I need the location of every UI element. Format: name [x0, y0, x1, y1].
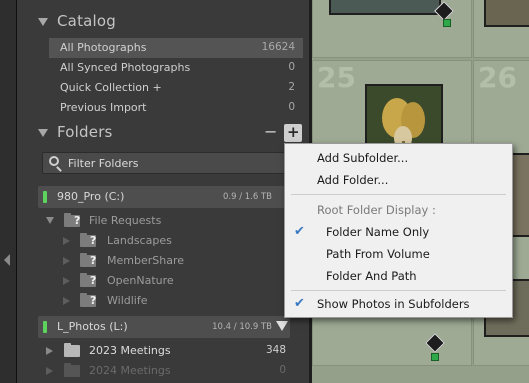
color-label-icon[interactable]: [443, 19, 451, 27]
menu-item-folder-and-path[interactable]: Folder And Path: [285, 265, 512, 287]
menu-item-add-subfolder[interactable]: Add Subfolder...: [285, 147, 512, 169]
folder-count: 0: [279, 364, 286, 376]
catalog-item-label: All Photographs: [60, 41, 147, 54]
folder-name: File Requests: [89, 214, 162, 227]
folders-plus-menu: Add Subfolder... Add Folder... Root Fold…: [284, 143, 513, 318]
menu-item-label: Show Photos in Subfolders: [317, 297, 470, 311]
catalog-item-quick-collection[interactable]: Quick Collection + 2: [49, 78, 303, 98]
catalog-header[interactable]: Catalog: [17, 10, 309, 34]
volume-980-pro[interactable]: 980_Pro (C:) 0.9 / 1.6 TB: [38, 186, 290, 208]
folder-name: 2024 Meetings: [89, 364, 171, 377]
folder-icon: ?: [80, 273, 96, 287]
folder-name: 2023 Meetings: [89, 344, 171, 357]
checkmark-icon: ✔: [294, 224, 305, 239]
folders-title: Folders: [57, 123, 113, 141]
menu-item-label: Add Subfolder...: [317, 151, 409, 165]
catalog-item-all-photographs[interactable]: All Photographs 16624: [49, 38, 303, 58]
menu-header-label: Root Folder Display :: [317, 203, 436, 217]
checkmark-icon: ✔: [294, 296, 305, 311]
folder-row-landscapes[interactable]: ? Landscapes: [38, 231, 290, 251]
catalog-title: Catalog: [57, 12, 117, 30]
catalog-item-label: Previous Import: [60, 101, 147, 114]
volume-name: 980_Pro (C:): [57, 190, 125, 203]
photo-thumbnail[interactable]: [329, 0, 441, 15]
folder-row-file-requests[interactable]: ? File Requests: [38, 211, 290, 231]
grid-cell[interactable]: [312, 0, 472, 58]
expand-triangle-icon[interactable]: [46, 217, 54, 224]
photo-thumbnail[interactable]: [484, 0, 529, 27]
folder-name: MemberShare: [107, 254, 184, 267]
folder-row-membershare[interactable]: ? MemberShare: [38, 251, 290, 271]
catalog-item-count: 2: [288, 81, 295, 93]
folder-row-2023-meetings[interactable]: 2023 Meetings 348: [38, 341, 290, 361]
catalog-item-label: All Synced Photographs: [60, 61, 191, 74]
volume-status-led: [43, 191, 47, 203]
remove-folder-button[interactable]: −: [264, 122, 277, 141]
volume-status-led: [43, 321, 47, 333]
cell-index: 25: [317, 61, 356, 94]
filter-folders-label: Filter Folders: [68, 157, 139, 170]
folder-row-opennature[interactable]: ? OpenNature: [38, 271, 290, 291]
menu-separator: [291, 290, 506, 291]
catalog-item-count: 16624: [261, 41, 295, 53]
folder-icon: ?: [80, 233, 96, 247]
menu-item-label: Add Folder...: [317, 173, 389, 187]
expand-triangle-icon[interactable]: [63, 237, 70, 245]
folder-icon: ?: [64, 213, 80, 227]
cell-index: 26: [478, 61, 517, 94]
expand-triangle-icon[interactable]: [63, 257, 70, 265]
color-label-icon[interactable]: [431, 353, 439, 361]
filter-folders-field[interactable]: Filter Folders: [42, 152, 288, 174]
volume-size: 0.9 / 1.6 TB: [222, 192, 272, 202]
menu-item-folder-name-only[interactable]: ✔ Folder Name Only: [285, 221, 512, 243]
expand-triangle-icon[interactable]: [63, 297, 70, 305]
folder-name: Landscapes: [107, 234, 172, 247]
folder-row-2024-meetings[interactable]: 2024 Meetings 0: [38, 361, 290, 381]
volume-size: 10.4 / 10.9 TB: [212, 322, 272, 332]
catalog-item-count: 0: [288, 61, 295, 73]
menu-header-root-folder-display: Root Folder Display :: [285, 199, 512, 221]
folder-icon: [64, 343, 80, 357]
menu-item-label: Path From Volume: [326, 247, 430, 261]
folder-row-wildlife[interactable]: ? Wildlife: [38, 291, 290, 311]
expand-triangle-icon[interactable]: [63, 277, 70, 285]
catalog-item-count: 0: [288, 101, 295, 113]
folder-icon: ?: [80, 293, 96, 307]
search-icon: [49, 156, 59, 166]
volume-menu-triangle-icon[interactable]: [276, 321, 288, 331]
left-panel: Catalog All Photographs 16624 All Synced…: [17, 0, 309, 383]
catalog-item-all-synced[interactable]: All Synced Photographs 0: [49, 58, 303, 78]
volume-l-photos[interactable]: L_Photos (L:) 10.4 / 10.9 TB: [38, 316, 290, 338]
disclosure-triangle-icon[interactable]: [38, 18, 48, 26]
folder-count: 348: [265, 344, 286, 356]
menu-item-label: Folder And Path: [326, 269, 417, 283]
expand-triangle-icon[interactable]: [46, 367, 53, 375]
add-folder-button[interactable]: +: [284, 123, 302, 142]
folder-name: OpenNature: [107, 274, 174, 287]
menu-item-show-photos-in-subfolders[interactable]: ✔ Show Photos in Subfolders: [285, 293, 512, 315]
plus-icon: +: [287, 123, 300, 141]
folder-name: Wildlife: [107, 294, 148, 307]
volume-name: L_Photos (L:): [57, 320, 128, 333]
expand-triangle-icon[interactable]: [46, 347, 53, 355]
collapse-arrow-icon[interactable]: [4, 254, 10, 266]
menu-item-path-from-volume[interactable]: Path From Volume: [285, 243, 512, 265]
folder-icon: ?: [80, 253, 96, 267]
menu-item-label: Folder Name Only: [326, 225, 430, 239]
menu-separator: [291, 194, 506, 195]
catalog-item-label: Quick Collection +: [60, 81, 162, 94]
catalog-item-previous-import[interactable]: Previous Import 0: [49, 98, 303, 118]
disclosure-triangle-icon[interactable]: [38, 129, 48, 137]
grid-cell[interactable]: [473, 0, 529, 58]
menu-item-add-folder[interactable]: Add Folder...: [285, 169, 512, 191]
left-panel-collapse-strip[interactable]: [0, 0, 17, 383]
folder-icon: [64, 363, 80, 377]
